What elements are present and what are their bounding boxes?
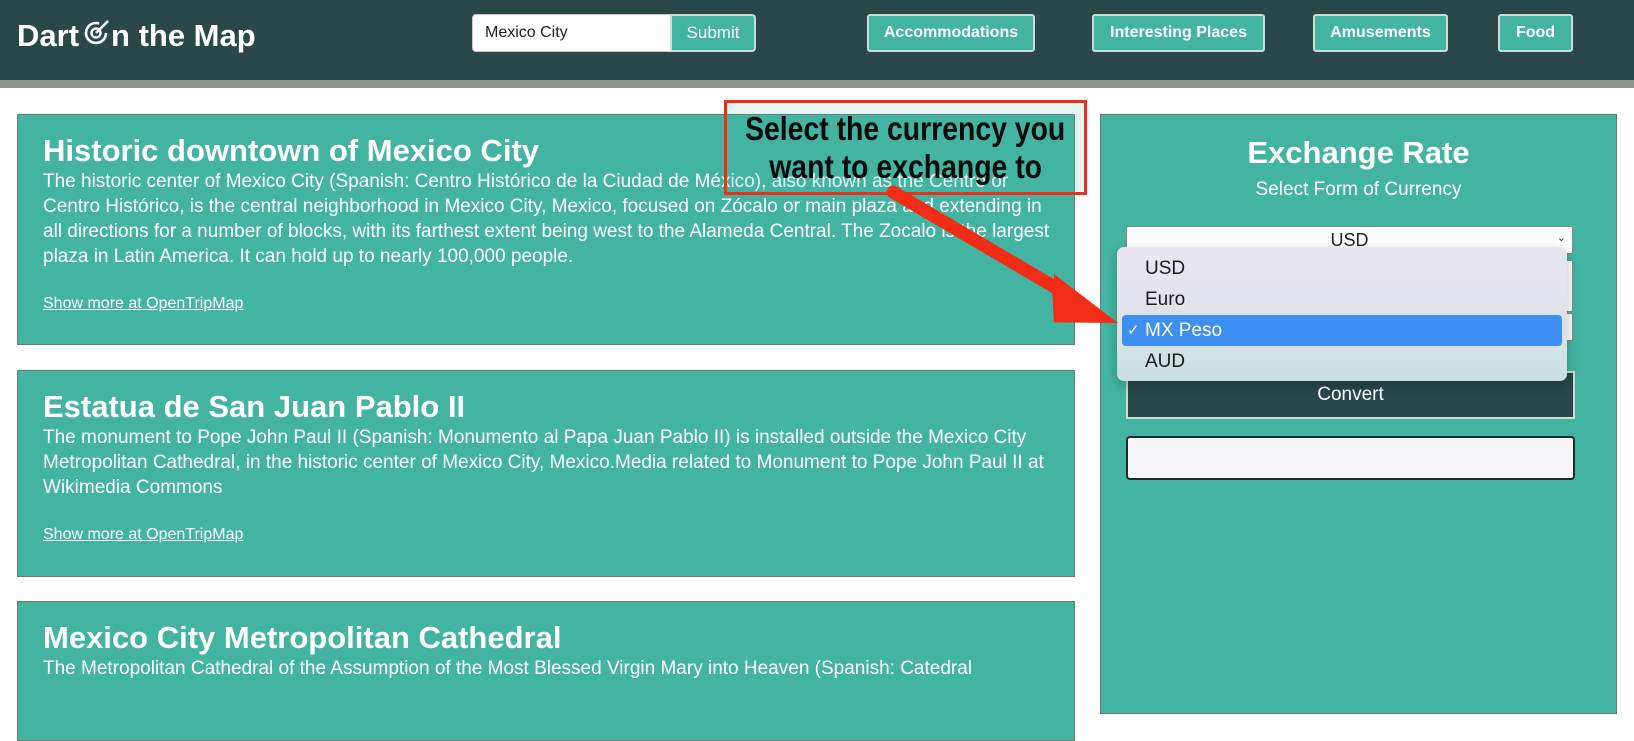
nav-amusements-button[interactable]: Amusements bbox=[1313, 14, 1448, 52]
currency-option-mx-peso[interactable]: ✓ MX Peso bbox=[1122, 315, 1562, 346]
place-card: Mexico City Metropolitan Cathedral The M… bbox=[17, 601, 1075, 741]
currency-dropdown-menu: USD Euro ✓ MX Peso AUD bbox=[1117, 247, 1567, 381]
city-search-input[interactable] bbox=[472, 14, 671, 52]
place-card: Estatua de San Juan Pablo II The monumen… bbox=[17, 370, 1075, 577]
place-title: Mexico City Metropolitan Cathedral bbox=[43, 620, 562, 655]
checkmark-icon: ✓ bbox=[1127, 322, 1140, 339]
place-title: Estatua de San Juan Pablo II bbox=[43, 389, 466, 424]
currency-option-aud[interactable]: AUD bbox=[1122, 346, 1562, 377]
option-label: AUD bbox=[1145, 351, 1186, 372]
option-label: USD bbox=[1145, 258, 1186, 279]
site-logo[interactable]: Dart n the Map bbox=[17, 14, 256, 58]
place-description: The Metropolitan Cathedral of the Assump… bbox=[43, 658, 973, 679]
exchange-rate-panel: Exchange Rate Select Form of Currency US… bbox=[1100, 114, 1617, 714]
currency-option-usd[interactable]: USD bbox=[1122, 253, 1562, 284]
option-label: MX Peso bbox=[1145, 320, 1223, 341]
target-dart-icon bbox=[84, 20, 109, 45]
currency-option-euro[interactable]: Euro bbox=[1122, 284, 1562, 315]
nav-accommodations-button[interactable]: Accommodations bbox=[867, 14, 1035, 52]
show-more-link[interactable]: Show more at OpenTripMap bbox=[43, 295, 1050, 313]
nav-interesting-places-button[interactable]: Interesting Places bbox=[1092, 14, 1265, 52]
exchange-title: Exchange Rate bbox=[1247, 135, 1470, 170]
logo-text-start: Dart bbox=[17, 18, 80, 53]
annotation-callout: Select the currency you want to exchange… bbox=[724, 100, 1087, 195]
nav-food-button[interactable]: Food bbox=[1498, 14, 1573, 52]
result-field[interactable] bbox=[1126, 436, 1575, 480]
exchange-subtitle: Select Form of Currency bbox=[1255, 179, 1462, 200]
option-label: Euro bbox=[1145, 289, 1186, 310]
annotation-line-2: want to exchange to bbox=[769, 147, 1042, 185]
chevron-down-icon: ⌄ bbox=[1556, 232, 1566, 244]
place-description: The monument to Pope John Paul II (Spani… bbox=[43, 427, 1044, 498]
submit-button[interactable]: Submit bbox=[670, 14, 756, 52]
annotation-line-1: Select the currency you bbox=[745, 109, 1066, 147]
logo-text-end: n the Map bbox=[111, 18, 256, 53]
show-more-link[interactable]: Show more at OpenTripMap bbox=[43, 526, 1050, 544]
top-navbar: Dart n the Map Submit Accommodations Int… bbox=[0, 0, 1634, 88]
